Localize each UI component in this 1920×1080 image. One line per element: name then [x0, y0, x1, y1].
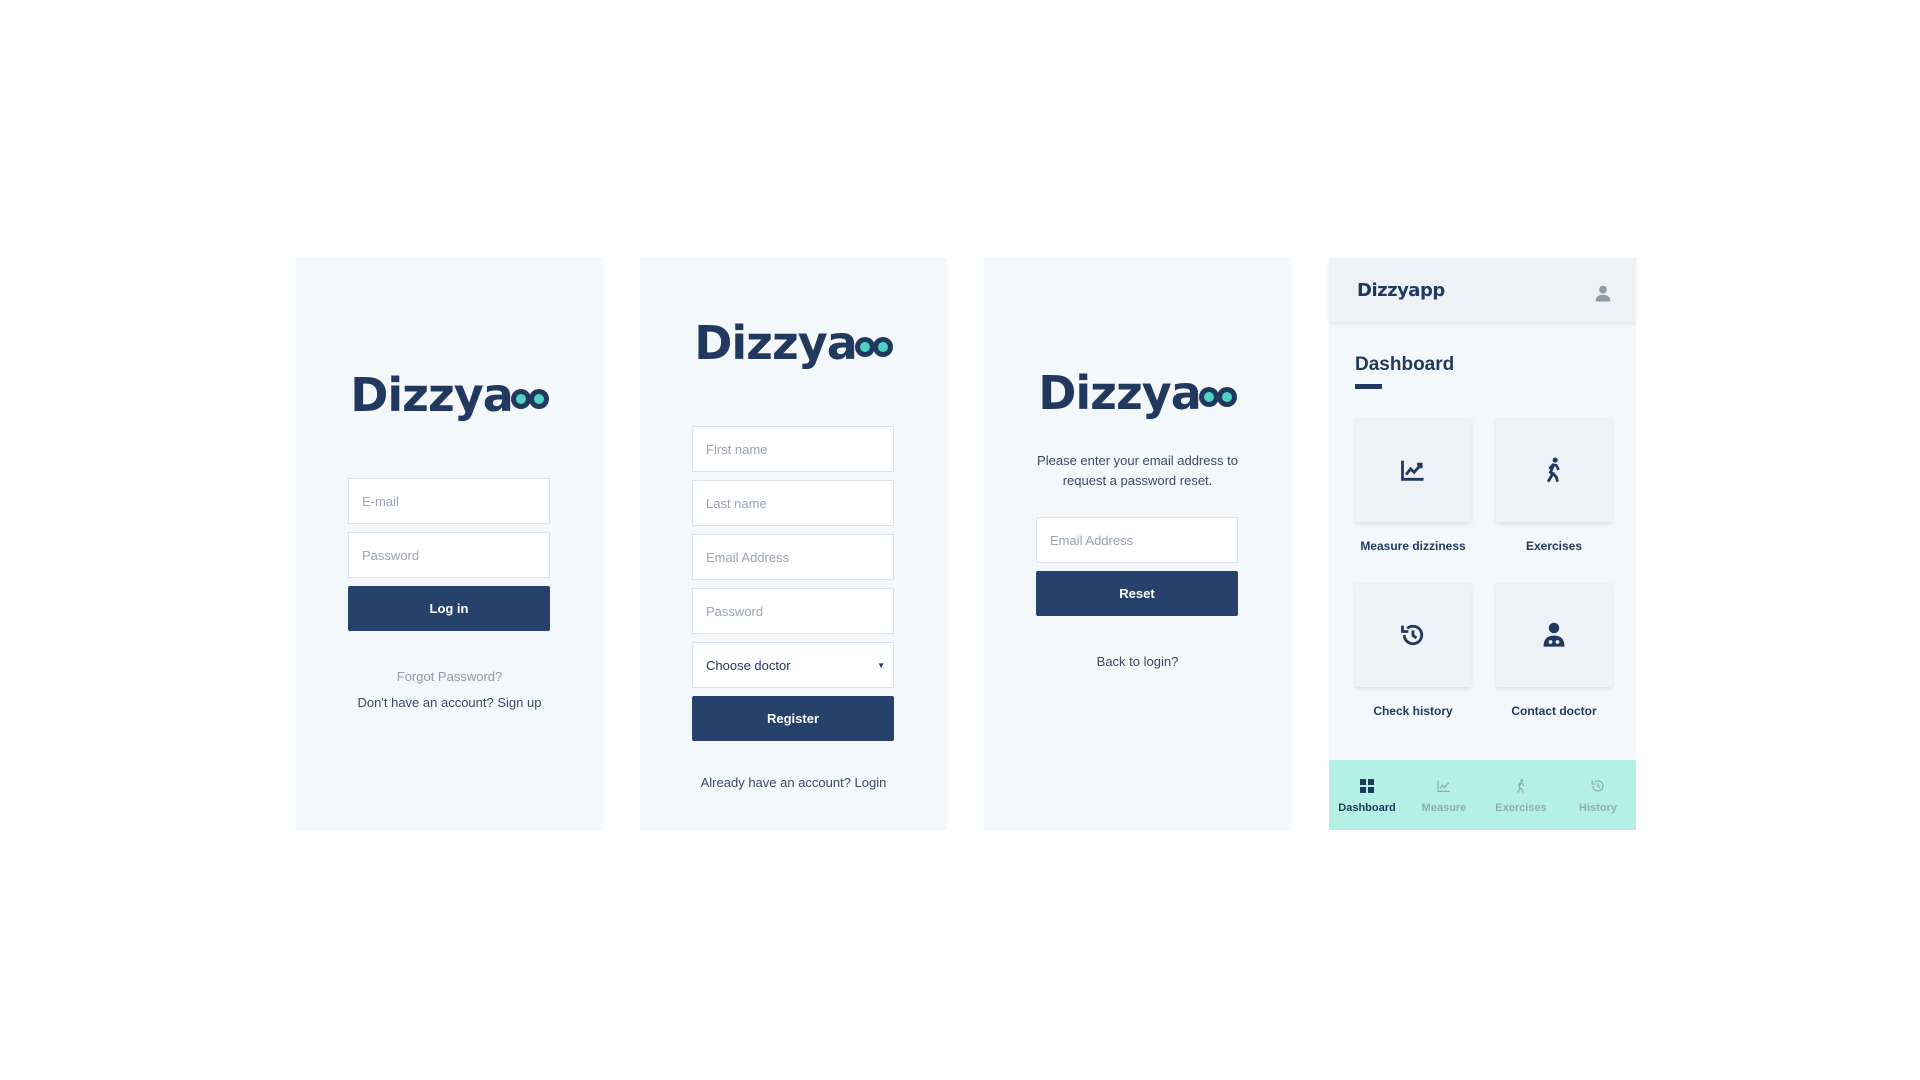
tile-label: Contact doctor	[1511, 704, 1597, 718]
doctor-select-value: Choose doctor	[706, 657, 791, 673]
nav-label: History	[1579, 802, 1617, 814]
logo-p-mark-icon	[510, 388, 531, 409]
app-logo: Dizzya	[640, 316, 947, 370]
grid-icon	[1360, 779, 1374, 793]
topbar-logo: Dizzyapp	[1357, 280, 1445, 301]
dashboard-screen: Dizzyapp Dashboard Measure dizziness Exe…	[1329, 258, 1636, 830]
reset-instructions: Please enter your email address to reque…	[1037, 453, 1238, 488]
login-button[interactable]: Log in	[348, 586, 550, 631]
app-logo: Dizzya	[984, 366, 1291, 420]
nav-item-measure[interactable]: Measure	[1406, 760, 1482, 830]
tile-label: Measure dizziness	[1360, 539, 1466, 553]
page-title: Dashboard	[1355, 354, 1455, 375]
logo-p-mark-icon	[528, 388, 549, 409]
history-icon	[1401, 624, 1424, 646]
nav-label: Measure	[1421, 802, 1467, 814]
password-field[interactable]: Password	[692, 588, 894, 634]
top-bar: Dizzyapp	[1329, 258, 1636, 322]
history-icon	[1591, 780, 1604, 792]
logo-p-mark-icon	[1198, 386, 1219, 407]
reset-screen: Dizzya Please enter your email address t…	[984, 258, 1291, 830]
doctor-icon	[1543, 622, 1565, 647]
email-field[interactable]: E-mail	[348, 478, 550, 524]
caret-down-icon: ▼	[877, 661, 885, 670]
exercises-tile[interactable]	[1496, 418, 1612, 522]
forgot-password-link[interactable]: Forgot Password?	[296, 669, 603, 684]
password-field[interactable]: Password	[348, 532, 550, 578]
nav-label: Dashboard	[1338, 802, 1396, 814]
chart-line-icon	[1401, 460, 1424, 481]
bottom-navigation: Dashboard Measure Exercises History	[1329, 760, 1636, 830]
logo-p-mark-icon	[854, 336, 875, 357]
walking-icon	[1546, 457, 1560, 483]
nav-item-exercises[interactable]: Exercises	[1483, 760, 1559, 830]
login-screen: Dizzya E-mail Password Log in Forgot Pas…	[296, 258, 603, 830]
logo-p-mark-icon	[1216, 386, 1237, 407]
tile-label: Check history	[1373, 704, 1453, 718]
register-screen: Dizzya First name Last name Email Addres…	[640, 258, 947, 830]
email-field[interactable]: Email Address	[692, 534, 894, 580]
user-icon[interactable]	[1594, 284, 1612, 302]
signup-link[interactable]: Don't have an account? Sign up	[296, 695, 603, 710]
reset-button[interactable]: Reset	[1036, 571, 1238, 616]
register-button[interactable]: Register	[692, 696, 894, 741]
nav-label: Exercises	[1495, 802, 1547, 814]
back-to-login-link[interactable]: Back to login?	[984, 654, 1291, 669]
nav-item-dashboard[interactable]: Dashboard	[1329, 760, 1405, 830]
tile-label: Exercises	[1525, 539, 1583, 553]
nav-item-history[interactable]: History	[1560, 760, 1636, 830]
login-link[interactable]: Already have an account? Login	[640, 775, 947, 790]
title-underline	[1355, 384, 1382, 389]
logo-p-mark-icon	[872, 336, 893, 357]
last-name-field[interactable]: Last name	[692, 480, 894, 526]
chart-line-icon	[1437, 780, 1450, 792]
doctor-select[interactable]: Choose doctor ▼	[692, 642, 894, 688]
walking-icon	[1517, 778, 1525, 793]
measure-dizziness-tile[interactable]	[1355, 418, 1471, 522]
contact-doctor-tile[interactable]	[1496, 583, 1612, 687]
app-logo: Dizzya	[296, 368, 603, 422]
email-field[interactable]: Email Address	[1036, 517, 1238, 563]
check-history-tile[interactable]	[1355, 583, 1471, 687]
first-name-field[interactable]: First name	[692, 426, 894, 472]
